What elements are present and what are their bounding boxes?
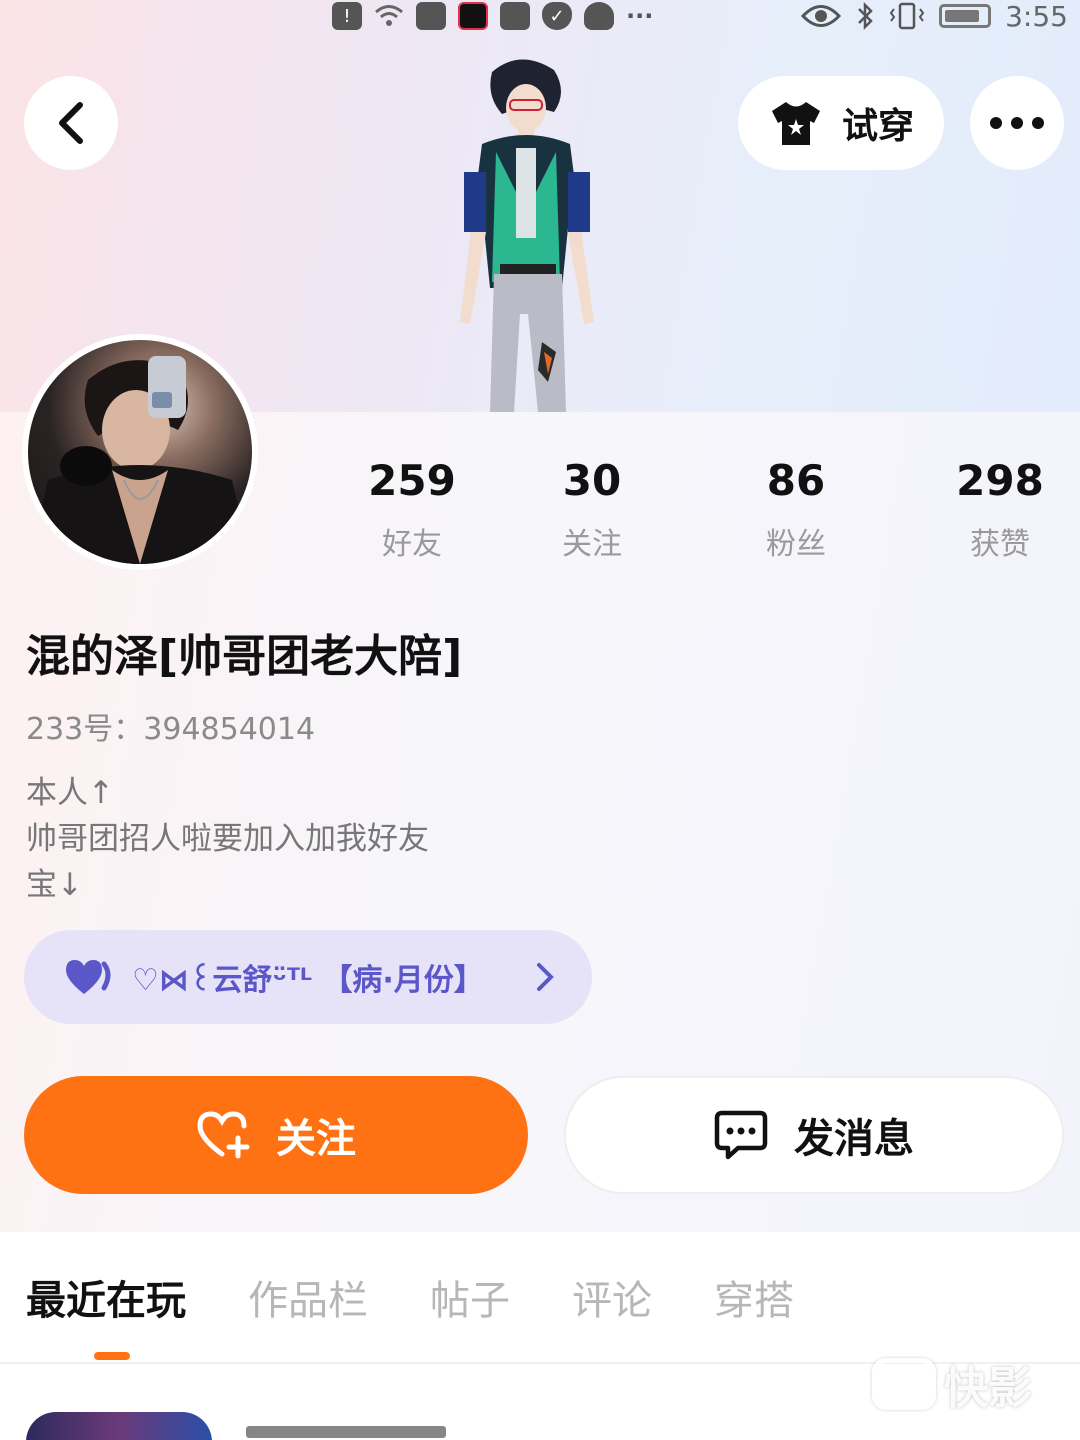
- shield-icon: ✓: [542, 2, 572, 30]
- tab-works[interactable]: 作品栏: [248, 1268, 368, 1326]
- tab-recently-played[interactable]: 最近在玩: [26, 1268, 186, 1326]
- profile-avatar[interactable]: [22, 334, 258, 570]
- bag-icon: [500, 2, 530, 30]
- profile-bio: 本人↑ 帅哥团招人啦要加入加我好友 宝↓: [26, 775, 429, 903]
- more-dots-icon: ···: [626, 2, 654, 30]
- eye-icon: [801, 5, 842, 27]
- status-time: 3:55: [1005, 0, 1068, 33]
- stat-value: 298: [956, 456, 1044, 505]
- chevron-left-icon: [59, 102, 83, 144]
- chat-bubble-icon: [714, 1110, 768, 1160]
- guild-name: ♡⋈꒰云舒ᵕ̈ᵀᴸ 【病·月份】: [132, 963, 484, 998]
- message-button[interactable]: 发消息: [564, 1076, 1064, 1194]
- stat-likes[interactable]: 298 获赞: [930, 456, 1070, 563]
- bluetooth-icon: [858, 1, 873, 31]
- watermark-text: 快影: [944, 1363, 1032, 1414]
- heart-icon: [66, 960, 111, 994]
- stat-value: 86: [766, 456, 826, 505]
- kuaiying-logo-icon: [872, 1358, 936, 1410]
- alert-icon: !: [332, 2, 362, 30]
- uid-value: 394854014: [143, 712, 316, 747]
- vibrate-icon: [889, 2, 925, 30]
- tab-posts[interactable]: 帖子: [430, 1268, 510, 1326]
- wifi-icon: [374, 2, 404, 30]
- recent-game-thumbnail[interactable]: [26, 1412, 212, 1440]
- penguin-icon: [584, 2, 614, 30]
- avatar-photo: [28, 340, 252, 564]
- status-bar: ! ✓ ··· 3:55: [0, 0, 1080, 36]
- chevron-right-icon: [537, 963, 554, 991]
- tab-bar: 最近在玩 作品栏 帖子 评论 穿搭: [26, 1268, 794, 1326]
- stat-value: 259: [368, 456, 456, 505]
- active-tab-indicator: [94, 1352, 130, 1360]
- kuaiying-watermark: 快影: [872, 1352, 1032, 1416]
- stat-following[interactable]: 30 关注: [522, 456, 662, 563]
- status-right: 3:55: [801, 0, 1068, 33]
- more-button[interactable]: [970, 76, 1064, 170]
- stat-label: 好友: [382, 527, 442, 562]
- tab-comments[interactable]: 评论: [572, 1268, 652, 1326]
- stat-label: 关注: [562, 527, 622, 562]
- recent-game-title[interactable]: [246, 1426, 446, 1438]
- try-on-button[interactable]: 试穿: [738, 76, 944, 170]
- guild-badge[interactable]: ♡⋈꒰云舒ᵕ̈ᵀᴸ 【病·月份】: [24, 930, 592, 1024]
- message-label: 发消息: [794, 1116, 914, 1162]
- status-left-icons: ! ✓ ···: [332, 0, 653, 32]
- stat-value: 30: [562, 456, 622, 505]
- profile-nickname: 混的泽[帅哥团老大陪]: [26, 631, 463, 682]
- uid-label: 233号：: [26, 712, 144, 747]
- stat-label: 获赞: [970, 527, 1030, 562]
- stat-friends[interactable]: 259 好友: [342, 456, 482, 563]
- tshirt-icon: [771, 102, 820, 145]
- try-on-label: 试穿: [841, 106, 914, 147]
- stat-label: 粉丝: [766, 527, 826, 562]
- heart-plus-icon: [197, 1111, 250, 1159]
- tab-outfits[interactable]: 穿搭: [714, 1268, 794, 1326]
- avatar-3d-figure[interactable]: [430, 52, 630, 412]
- profile-uid: 233号：394854014: [26, 704, 315, 748]
- more-dots-icon: [990, 117, 1044, 129]
- battery-icon: [939, 4, 992, 28]
- recording-icon: [458, 2, 488, 30]
- stat-fans[interactable]: 86 粉丝: [726, 456, 866, 563]
- follow-button[interactable]: 关注: [24, 1076, 528, 1194]
- bag-icon: [416, 2, 446, 30]
- follow-label: 关注: [276, 1116, 356, 1162]
- back-button[interactable]: [24, 76, 118, 170]
